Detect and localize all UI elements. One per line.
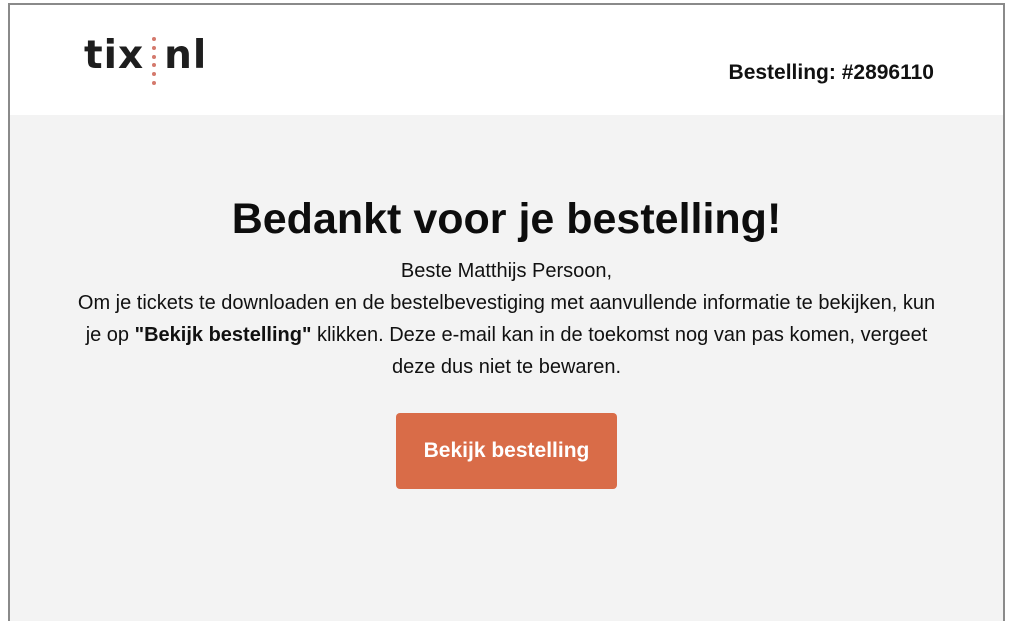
email-body: Bedankt voor je bestelling! Beste Matthi… xyxy=(10,115,1003,621)
body-message: Om je tickets te downloaden en de bestel… xyxy=(77,287,937,383)
logo-dots-separator xyxy=(151,37,157,85)
tix-logo[interactable]: tix nl xyxy=(84,35,207,91)
message-highlight: "Bekijk bestelling" xyxy=(134,324,312,346)
view-order-button[interactable]: Bekijk bestelling xyxy=(396,413,617,489)
logo-dot xyxy=(152,37,157,41)
page-title: Bedankt voor je bestelling! xyxy=(231,195,782,243)
logo-text-right: nl xyxy=(164,33,208,78)
email-header: tix nl Bestelling: #2896110 xyxy=(10,5,1003,115)
order-number: Bestelling: #2896110 xyxy=(728,61,934,84)
logo-text-left: tix xyxy=(84,33,145,78)
greeting-text: Beste Matthijs Persoon, xyxy=(400,260,613,282)
logo-dot xyxy=(152,80,157,85)
logo-dot xyxy=(152,63,157,68)
logo-dot xyxy=(152,45,157,50)
email-frame: tix nl Bestelling: #2896110 Bedankt voor… xyxy=(8,3,1005,621)
message-text-after: klikken. Deze e-mail kan in de toekomst … xyxy=(311,324,928,378)
logo-dot xyxy=(152,54,157,59)
logo-dot xyxy=(152,72,157,77)
